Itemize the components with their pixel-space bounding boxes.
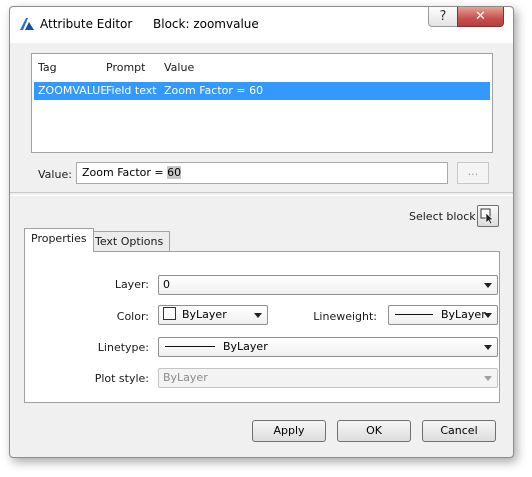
lineweight-dropdown[interactable]: ByLayer [388,305,498,325]
color-swatch-icon [163,307,176,320]
chevron-down-icon [484,345,492,350]
value-input[interactable]: Zoom Factor = 60 [76,162,448,184]
chevron-down-icon [484,283,492,288]
layer-dropdown[interactable]: 0 [158,275,498,295]
close-icon: ✕ [475,9,486,24]
column-header-value[interactable]: Value [164,54,194,82]
value-label: Value: [38,168,72,181]
plot-style-dropdown: ByLayer [158,368,498,388]
chevron-down-icon [484,376,492,381]
layer-label: Layer: [114,278,149,291]
title-bar: Attribute Editor Block: zoomvalue ? ✕ [10,7,513,43]
plot-style-label: Plot style: [94,372,149,385]
row-tag: ZOOMVALUE [38,84,108,97]
column-header-prompt[interactable]: Prompt [106,54,145,82]
app-logo-icon [20,18,34,30]
close-button[interactable]: ✕ [457,7,504,27]
select-block-label: Select block [409,210,476,223]
chevron-down-icon [484,313,492,318]
apply-button[interactable]: Apply [252,420,326,442]
color-dropdown[interactable]: ByLayer [158,305,268,325]
lineweight-value: ByLayer [441,308,486,321]
properties-panel: Layer: 0 Color: ByLayer Lineweight: ByLa… [24,251,500,403]
window-title: Attribute Editor [40,17,133,31]
color-label: Color: [116,310,149,323]
help-button[interactable]: ? [428,7,458,27]
help-icon: ? [439,9,447,24]
linetype-value: ByLayer [223,340,268,353]
lineweight-label: Lineweight: [313,310,377,323]
line-sample-icon [165,346,215,347]
attribute-editor-dialog: Attribute Editor Block: zoomvalue ? ✕ Ta… [9,6,514,458]
linetype-dropdown[interactable]: ByLayer [158,337,498,357]
select-block-button[interactable] [477,205,499,227]
select-pointer-icon [480,208,494,225]
row-value: Zoom Factor = 60 [164,84,264,97]
layer-value: 0 [163,278,170,291]
column-header-tag[interactable]: Tag [38,54,57,82]
value-text: Zoom Factor = [82,166,168,179]
block-name-label: Block: zoomvalue [153,17,259,31]
divider [10,192,513,196]
tab-properties[interactable]: Properties [24,228,94,252]
table-row[interactable]: ZOOMVALUE Field text Zoom Factor = 60 [34,82,490,100]
field-ellipsis-button[interactable]: ... [457,162,489,184]
color-value: ByLayer [182,308,227,321]
plot-style-value: ByLayer [163,371,208,384]
row-prompt: Field text [106,84,157,97]
cancel-button[interactable]: Cancel [422,420,496,442]
line-sample-icon [395,314,433,315]
linetype-label: Linetype: [97,341,149,354]
tab-text-options[interactable]: Text Options [88,231,171,253]
attribute-grid[interactable]: Tag Prompt Value ZOOMVALUE Field text Zo… [31,53,493,153]
grid-header: Tag Prompt Value [32,54,492,82]
ok-button[interactable]: OK [337,420,411,442]
chevron-down-icon [254,313,262,318]
value-text-selection: 60 [167,166,182,179]
